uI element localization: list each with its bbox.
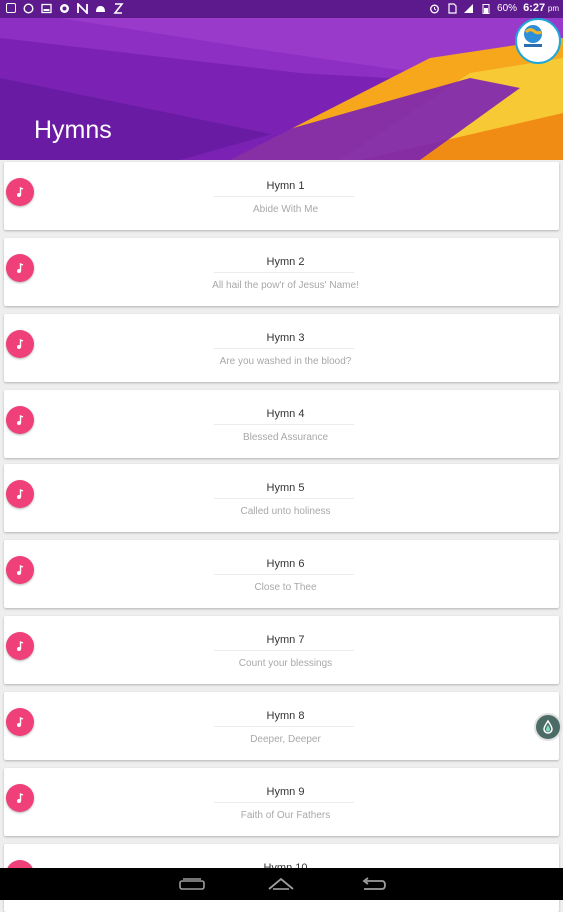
hymn-card[interactable]: Hymn 7 Count your blessings — [4, 616, 559, 684]
back-icon — [362, 877, 386, 890]
hymn-subtitle: Count your blessings — [238, 658, 333, 669]
sim-icon — [446, 2, 457, 14]
divider — [214, 272, 354, 273]
recent-apps-icon — [179, 878, 205, 890]
hymn-card[interactable]: Hymn 3 Are you washed in the blood? — [4, 314, 559, 382]
hymn-title: Hymn 6 — [266, 558, 305, 570]
notification-icons — [6, 3, 124, 14]
hymn-subtitle: Faith of Our Fathers — [240, 810, 331, 821]
hymn-title: Hymn 8 — [266, 710, 305, 722]
back-button[interactable] — [356, 874, 390, 894]
hymn-subtitle: Blessed Assurance — [242, 432, 329, 443]
divider — [214, 726, 354, 727]
battery-percent: 60% — [497, 2, 518, 14]
browser-icon — [59, 3, 70, 14]
hymn-title: Hymn 3 — [266, 332, 305, 344]
recent-apps-button[interactable] — [175, 874, 209, 894]
zap-icon — [113, 3, 124, 14]
hymn-subtitle: Close to Thee — [254, 582, 317, 593]
hymn-card[interactable]: Hymn 1 Abide With Me — [4, 162, 559, 230]
status-bar: 60% 6:27 pm — [0, 0, 563, 18]
hymn-card[interactable]: Hymn 6 Close to Thee — [4, 540, 559, 608]
hymn-subtitle: Are you washed in the blood? — [219, 356, 352, 367]
cloud-icon — [95, 3, 106, 14]
hymn-subtitle: Called unto holiness — [240, 506, 331, 517]
divider — [214, 348, 354, 349]
divider — [214, 196, 354, 197]
home-icon — [268, 877, 294, 890]
page-title: Hymns — [34, 116, 112, 144]
hymn-title: Hymn 2 — [266, 256, 305, 268]
divider — [214, 650, 354, 651]
app-logo[interactable] — [515, 18, 561, 64]
battery-icon — [480, 3, 491, 14]
hymn-subtitle: All hail the pow'r of Jesus' Name! — [212, 280, 359, 291]
hymn-title: Hymn 1 — [266, 180, 305, 192]
home-button[interactable] — [264, 874, 298, 894]
signal-icon — [463, 3, 474, 14]
hymn-card[interactable]: Hymn 5 Called unto holiness — [4, 464, 559, 532]
hymn-subtitle: Abide With Me — [252, 204, 319, 215]
divider — [214, 574, 354, 575]
hymn-card[interactable]: Hymn 9 Faith of Our Fathers — [4, 768, 559, 836]
app-header: Hymns — [0, 18, 563, 160]
status-indicators: 60% 6:27 pm — [429, 2, 559, 14]
divider — [214, 802, 354, 803]
screenshot-icon — [41, 3, 52, 14]
globe-icon — [524, 25, 542, 47]
facebook-icon — [6, 3, 16, 13]
hymn-subtitle: Deeper, Deeper — [250, 734, 321, 745]
system-nav-bar — [0, 868, 563, 900]
hymn-card[interactable]: Hymn 4 Blessed Assurance — [4, 390, 559, 458]
n-app-icon — [77, 3, 88, 14]
floating-assist-button[interactable] — [534, 713, 562, 741]
drop-icon — [543, 719, 553, 734]
whatsapp-icon — [23, 3, 34, 14]
divider — [214, 498, 354, 499]
divider — [214, 424, 354, 425]
hymn-title: Hymn 5 — [266, 482, 305, 494]
hymn-card[interactable]: Hymn 2 All hail the pow'r of Jesus' Name… — [4, 238, 559, 306]
hymn-card[interactable]: Hymn 8 Deeper, Deeper — [4, 692, 559, 760]
hymn-title: Hymn 7 — [266, 634, 305, 646]
hymn-title: Hymn 9 — [266, 786, 305, 798]
hymn-title: Hymn 4 — [266, 408, 305, 420]
alarm-icon — [429, 3, 440, 14]
clock: 6:27 pm — [523, 2, 559, 14]
